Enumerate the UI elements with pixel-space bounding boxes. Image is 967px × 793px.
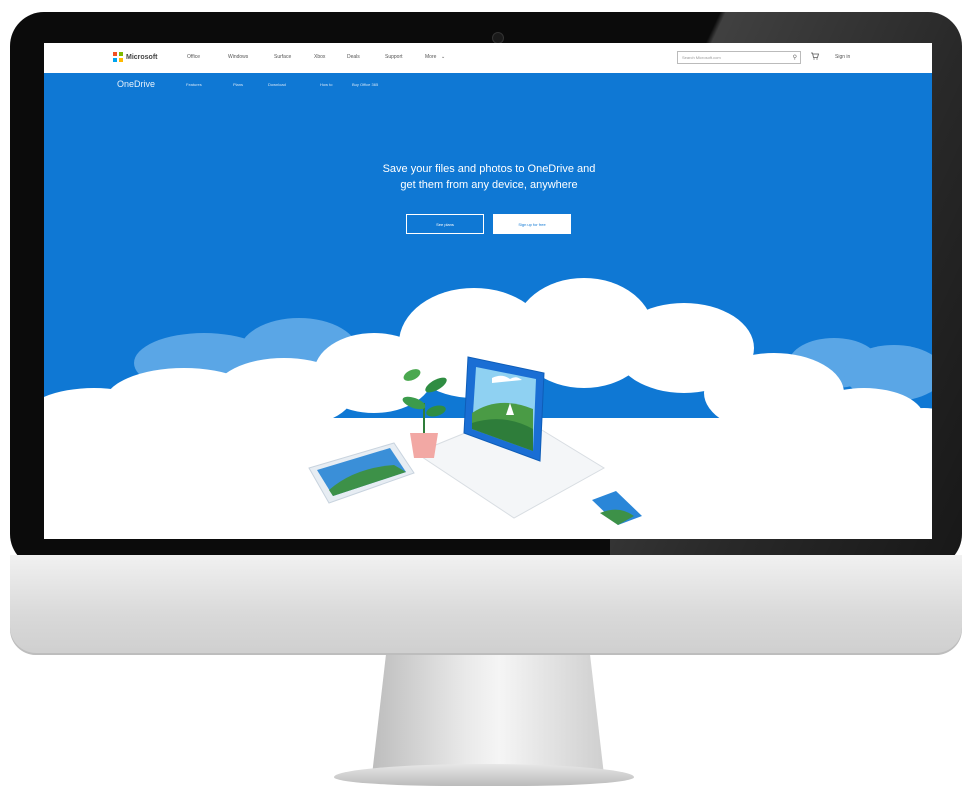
nav-item-office[interactable]: Office xyxy=(187,54,200,60)
search-input[interactable]: Search Microsoft.com ⚲ xyxy=(677,51,801,64)
nav-item-deals[interactable]: Deals xyxy=(347,54,360,60)
search-icon[interactable]: ⚲ xyxy=(793,54,797,61)
microsoft-logo-text: Microsoft xyxy=(126,53,158,61)
chevron-down-icon: ⌄ xyxy=(441,54,446,60)
nav-item-more[interactable]: More xyxy=(425,54,436,60)
browser-screen: Microsoft Office Windows Surface Xbox De… xyxy=(44,43,932,539)
microsoft-logo[interactable]: Microsoft xyxy=(113,52,158,62)
monitor-frame: Microsoft Office Windows Surface Xbox De… xyxy=(0,0,967,793)
monitor-stand-base xyxy=(334,764,634,786)
onedrive-hero: OneDrive Features Plans Download How to … xyxy=(44,73,932,539)
cart-icon[interactable] xyxy=(811,52,820,62)
nav-item-support[interactable]: Support xyxy=(385,54,403,60)
microsoft-topbar: Microsoft Office Windows Surface Xbox De… xyxy=(44,43,932,73)
nav-item-xbox[interactable]: Xbox xyxy=(314,54,325,60)
nav-item-surface[interactable]: Surface xyxy=(274,54,291,60)
search-placeholder: Search Microsoft.com xyxy=(682,55,721,60)
cloud-illustration xyxy=(44,278,932,539)
microsoft-logo-icon xyxy=(113,52,123,62)
sign-in-link[interactable]: Sign in xyxy=(835,54,850,60)
monitor-chin xyxy=(10,555,962,655)
monitor-stand xyxy=(372,655,604,775)
nav-item-windows[interactable]: Windows xyxy=(228,54,248,60)
